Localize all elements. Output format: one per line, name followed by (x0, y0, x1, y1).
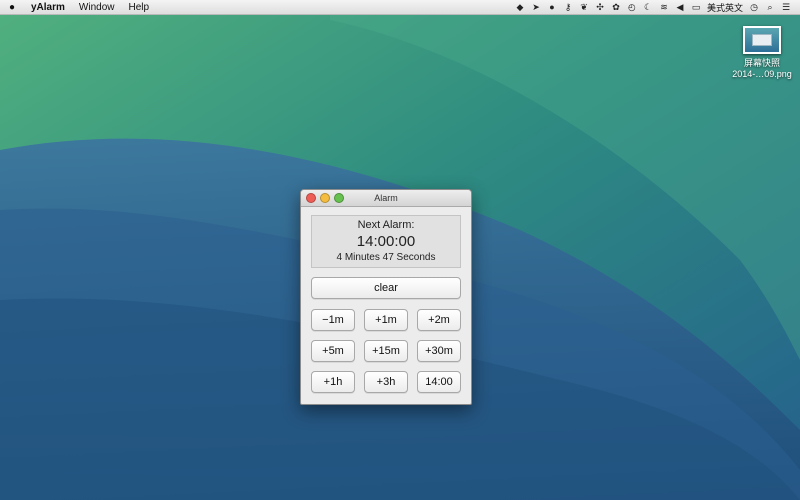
clear-button[interactable]: clear (311, 277, 461, 299)
desktop-file-label-2: 2014-…09.png (732, 69, 792, 79)
plus-1m-button[interactable]: +1m (364, 309, 408, 331)
plus-15m-button[interactable]: +15m (364, 340, 408, 362)
history-icon[interactable]: ◴ (624, 2, 640, 13)
clock-icon[interactable]: ◷ (746, 2, 762, 13)
next-alarm-label: Next Alarm: (357, 219, 415, 231)
next-alarm-time: 14:00:00 (356, 233, 416, 250)
window-titlebar[interactable]: Alarm (301, 190, 471, 207)
window-title: Alarm (374, 193, 398, 203)
desktop-file-screenshot[interactable]: 屏幕快照 2014-…09.png (728, 26, 796, 80)
cursor-icon[interactable]: ➤ (528, 2, 544, 13)
desktop-file-label-1: 屏幕快照 (743, 58, 780, 68)
menu-window[interactable]: Window (72, 2, 122, 13)
plus-1h-button[interactable]: +1h (311, 371, 355, 393)
set-1400-button[interactable]: 14:00 (417, 371, 461, 393)
minus-1m-button[interactable]: −1m (311, 309, 355, 331)
leaf-icon[interactable]: ❦ (576, 2, 592, 13)
apple-icon[interactable]: ● (0, 2, 24, 13)
key-icon[interactable]: ⚷ (560, 2, 576, 13)
plus-30m-button[interactable]: +30m (417, 340, 461, 362)
minimize-window-icon[interactable] (320, 193, 330, 203)
puzzle-icon[interactable]: ✣ (592, 2, 608, 13)
battery-icon[interactable]: ▭ (688, 2, 704, 13)
file-thumbnail-icon (743, 26, 781, 54)
list-icon[interactable]: ☰ (778, 2, 794, 13)
alarm-window: Alarm Next Alarm: 14:00:00 4 Minutes 47 … (300, 189, 472, 405)
flower-icon[interactable]: ✿ (608, 2, 624, 13)
menu-app-name[interactable]: yAlarm (24, 2, 72, 13)
time-remaining: 4 Minutes 47 Seconds (336, 252, 436, 263)
close-window-icon[interactable] (306, 193, 316, 203)
menu-bar: ● yAlarm Window Help ◆ ➤ ● ⚷ ❦ ✣ ✿ ◴ ☾ ≋… (0, 0, 800, 15)
zoom-window-icon[interactable] (334, 193, 344, 203)
search-icon[interactable]: ⌕ (762, 2, 778, 13)
volume-icon[interactable]: ◀ (672, 2, 688, 13)
plus-2m-button[interactable]: +2m (417, 309, 461, 331)
wifi-icon[interactable]: ≋ (656, 2, 672, 13)
menu-help[interactable]: Help (121, 2, 156, 13)
alarm-display: Next Alarm: 14:00:00 4 Minutes 47 Second… (311, 215, 461, 268)
input-method[interactable]: 美式英文 (704, 1, 746, 14)
evernote-icon[interactable]: ◆ (512, 2, 528, 13)
plus-3h-button[interactable]: +3h (364, 371, 408, 393)
qq-icon[interactable]: ● (544, 2, 560, 12)
moon-icon[interactable]: ☾ (640, 2, 656, 13)
plus-5m-button[interactable]: +5m (311, 340, 355, 362)
